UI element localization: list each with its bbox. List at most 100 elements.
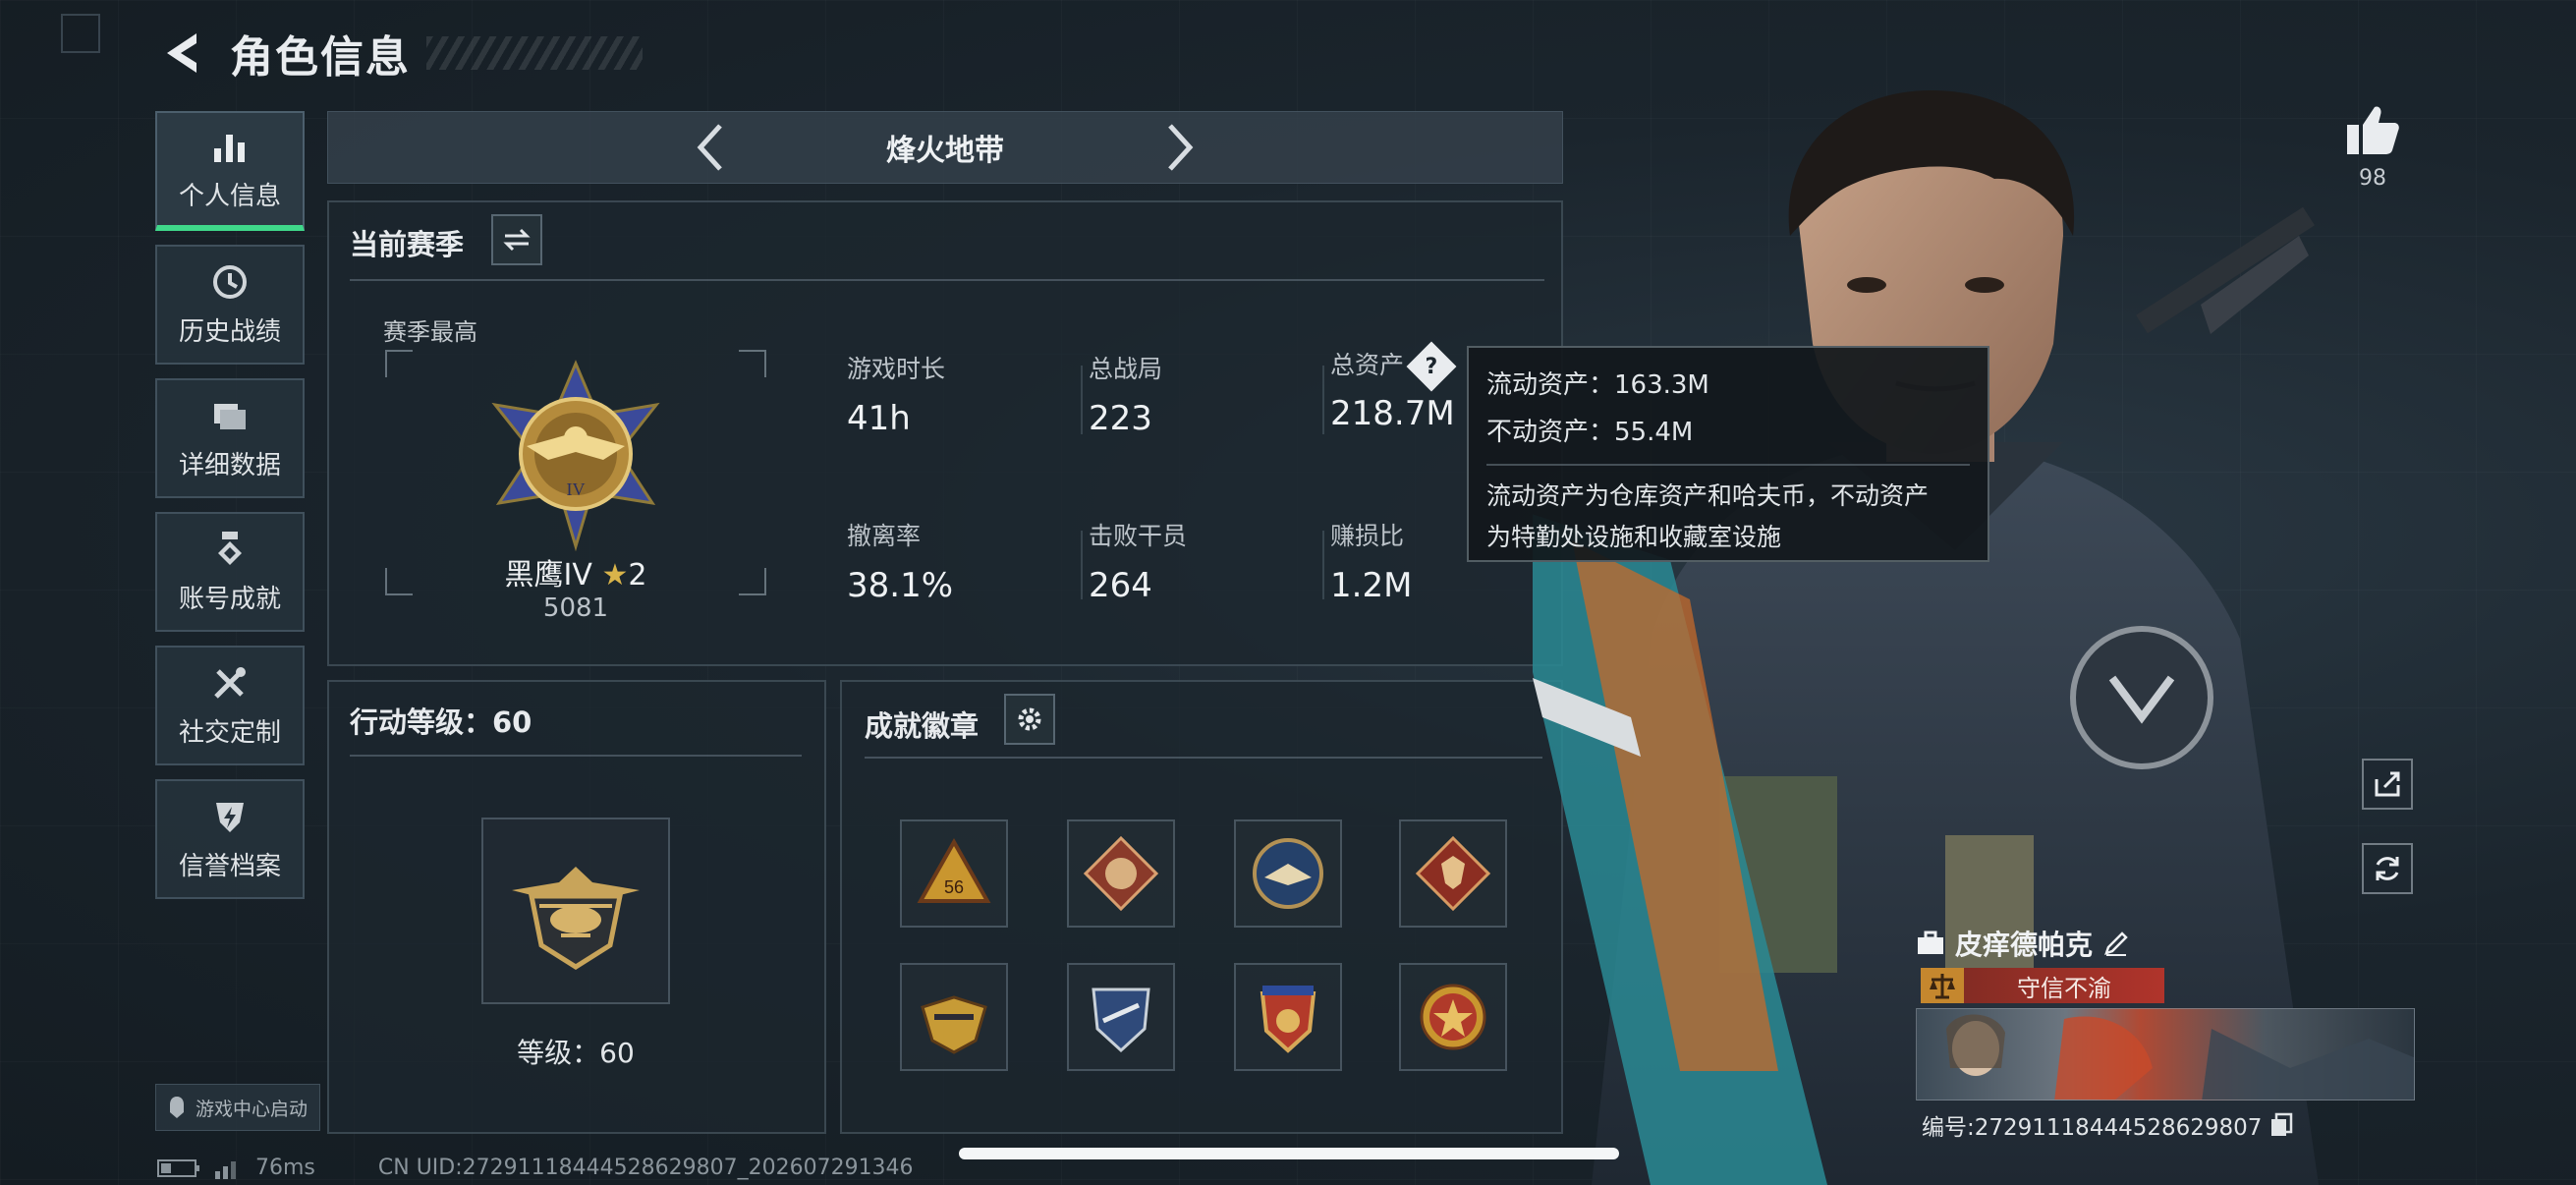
badge-slot[interactable] xyxy=(900,963,1008,1071)
player-title: 守信不渝 xyxy=(2017,974,2111,1002)
game-center-label: 游戏中心启动 xyxy=(196,1098,308,1120)
stat-value: 38.1% xyxy=(847,566,954,605)
action-level-title: 行动等级：60 xyxy=(350,705,532,739)
sidebar-item-history[interactable]: 历史战绩 xyxy=(155,245,305,365)
rank-stars: 2 xyxy=(628,558,647,592)
svg-text:56: 56 xyxy=(944,877,964,897)
stat-total-matches: 总战局 223 xyxy=(1089,350,1162,438)
level-text: 等级：60 xyxy=(517,1037,635,1069)
sidebar-item-label: 信誉档案 xyxy=(178,851,281,881)
shield-bolt-icon xyxy=(210,797,250,836)
badge-slot[interactable] xyxy=(1234,963,1342,1071)
swap-arrows-icon xyxy=(503,228,531,252)
divider xyxy=(350,279,1544,281)
player-banner xyxy=(1916,1008,2415,1100)
page-title: 角色信息 xyxy=(230,32,411,83)
rank-emblem-icon: IV xyxy=(476,356,676,556)
sidebar-item-label: 账号成就 xyxy=(178,584,281,614)
game-center-launch-button[interactable]: 游戏中心启动 xyxy=(155,1084,320,1131)
share-button[interactable] xyxy=(2362,759,2413,810)
like-count: 98 xyxy=(2359,166,2386,191)
mode-prev-button[interactable] xyxy=(680,118,739,177)
badge-star-red-icon xyxy=(1420,984,1486,1050)
tag-icon xyxy=(170,1097,184,1118)
switch-season-button[interactable] xyxy=(491,214,542,265)
divider xyxy=(1322,531,1324,599)
stat-value: 223 xyxy=(1089,399,1152,438)
tooltip-liquid-assets: 流动资产：163.3M xyxy=(1486,370,1709,400)
star-icon: ★ xyxy=(601,558,629,592)
divider xyxy=(1081,366,1083,434)
mode-next-button[interactable] xyxy=(1151,118,1210,177)
home-indicator[interactable] xyxy=(959,1148,1619,1159)
stat-value: 1.2M xyxy=(1330,566,1413,605)
badge-crest-red-icon xyxy=(1260,986,1316,1053)
player-title-tag: 守信不渝 xyxy=(1921,968,2164,1003)
frame-corner xyxy=(385,350,413,377)
folder-icon xyxy=(210,396,250,435)
sidebar-item-detailed-data[interactable]: 详细数据 xyxy=(155,378,305,498)
edit-pencil-icon[interactable] xyxy=(2102,930,2130,957)
refresh-icon xyxy=(2376,857,2399,880)
rank-name-line: 黑鹰IV ★2 xyxy=(458,550,694,593)
history-clock-icon xyxy=(210,262,250,302)
badge-slot[interactable] xyxy=(1399,963,1507,1071)
help-icon[interactable]: ? xyxy=(1406,341,1457,392)
sidebar-item-reputation[interactable]: 信誉档案 xyxy=(155,779,305,899)
sidebar: 个人信息 历史战绩 详细数据 账号成就 社交定制 信誉档案 xyxy=(155,111,305,913)
stat-label: 赚损比 xyxy=(1330,522,1405,550)
mode-name: 烽火地带 xyxy=(886,134,1004,168)
page-header: 角色信息 xyxy=(157,22,643,85)
stat-extract-rate: 撤离率 38.1% xyxy=(847,517,953,605)
thumbs-up-icon xyxy=(2347,106,2399,154)
sidebar-item-label: 历史战绩 xyxy=(178,316,281,347)
frame-corner xyxy=(739,568,766,595)
badge-56-triangle-icon: 56 xyxy=(917,837,991,903)
chevron-left-icon xyxy=(697,124,722,171)
sidebar-item-personal-info[interactable]: 个人信息 xyxy=(155,111,305,231)
stat-value: 41h xyxy=(847,399,911,438)
signal-icon xyxy=(215,1160,236,1179)
stat-play-time: 游戏时长 41h xyxy=(847,350,945,438)
badge-eagle-blue-icon xyxy=(1253,838,1323,909)
stat-total-assets: 总资产? 218.7M xyxy=(1330,341,1457,433)
frame-corner xyxy=(385,568,413,595)
medal-icon xyxy=(210,530,250,569)
copy-icon[interactable] xyxy=(2269,1112,2293,1138)
sidebar-item-label: 个人信息 xyxy=(178,181,281,211)
rank-name: 黑鹰IV xyxy=(504,558,592,592)
chevron-right-icon xyxy=(1168,124,1194,171)
tooltip-fixed-assets: 不动资产：55.4M xyxy=(1486,418,1694,447)
stat-label: 击败干员 xyxy=(1089,522,1188,550)
svg-text:IV: IV xyxy=(567,480,586,499)
badge-slot[interactable] xyxy=(1399,819,1507,928)
battery-icon xyxy=(157,1158,199,1177)
stat-value: 218.7M xyxy=(1330,394,1455,433)
player-name: 皮痒德帕克 xyxy=(1955,929,2094,961)
sidebar-item-social[interactable]: 社交定制 xyxy=(155,646,305,765)
like-button[interactable]: 98 xyxy=(2338,103,2407,191)
divider xyxy=(1486,464,1970,466)
stat-label: 总资产 xyxy=(1330,351,1405,379)
stat-profit-ratio: 赚损比 1.2M xyxy=(1330,517,1412,605)
badge-slot[interactable] xyxy=(1234,819,1342,928)
back-button[interactable] xyxy=(157,28,204,79)
badge-settings-button[interactable] xyxy=(1004,694,1055,745)
rank-score: 5081 xyxy=(542,593,609,623)
badge-slot[interactable]: 56 xyxy=(900,819,1008,928)
tools-icon xyxy=(210,663,250,703)
profile-name-row: 皮痒德帕克 xyxy=(1916,924,2130,963)
refresh-button[interactable] xyxy=(2362,843,2413,894)
season-title: 当前赛季 xyxy=(350,228,465,261)
badge-slot[interactable] xyxy=(1067,963,1175,1071)
badge-shield-blue-icon xyxy=(1092,988,1150,1053)
stat-value: 264 xyxy=(1089,566,1152,605)
stat-label: 游戏时长 xyxy=(847,355,946,383)
sidebar-item-achievements[interactable]: 账号成就 xyxy=(155,512,305,632)
badge-slot[interactable] xyxy=(1067,819,1175,928)
bar-chart-icon xyxy=(210,127,250,166)
tooltip-description-line-2: 为特勤处设施和收藏室设施 xyxy=(1486,523,1782,551)
level-emblem xyxy=(481,818,670,1004)
badges-title: 成就徽章 xyxy=(865,709,980,743)
tooltip-description-line-1: 流动资产为仓库资产和哈夫币，不动资产 xyxy=(1486,481,1930,510)
